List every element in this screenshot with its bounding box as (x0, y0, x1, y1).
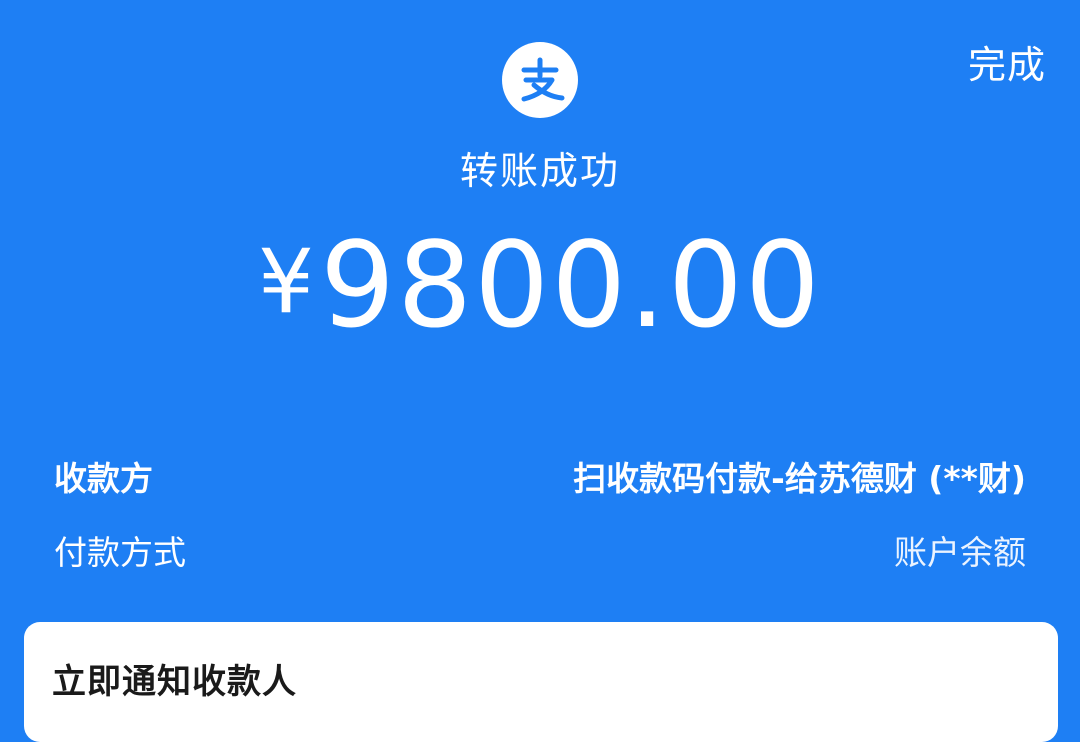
notify-payee-title: 立即通知收款人 (52, 662, 297, 702)
payment-method-value: 账户余额 (894, 533, 1026, 572)
payee-row: 收款方 扫收款码付款-给苏德财 (**财) (54, 452, 1026, 500)
payee-label: 收款方 (54, 459, 153, 498)
payee-value: 扫收款码付款-给苏德财 (**财) (573, 459, 1026, 498)
payment-method-row: 付款方式 账户余额 (54, 526, 1026, 574)
transfer-amount: ¥9800.00 (0, 216, 1080, 354)
payment-method-label: 付款方式 (54, 533, 186, 572)
transfer-success-screen: 完成 转账成功 ¥9800.00 收款方 扫收款码付款-给苏德财 (**财) 付… (0, 0, 1080, 742)
alipay-logo-icon (502, 42, 578, 118)
done-button[interactable]: 完成 (968, 34, 1046, 89)
transfer-status-title: 转账成功 (459, 149, 620, 193)
currency-symbol: ¥ (258, 230, 315, 333)
notify-payee-card[interactable]: 立即通知收款人 (24, 622, 1058, 742)
amount-value: 9800.00 (320, 216, 822, 354)
